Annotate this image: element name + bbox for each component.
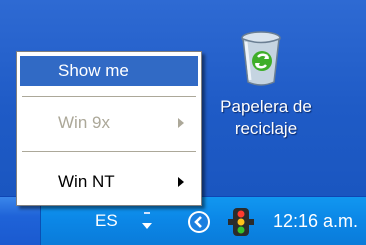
submenu-arrow-icon: [178, 177, 184, 187]
taskbar-clock[interactable]: 12:16 a.m.: [273, 210, 358, 232]
menu-separator: [22, 96, 196, 97]
recycle-bin-label-line1: Papelera de: [220, 97, 312, 116]
language-indicator[interactable]: ES: [95, 211, 118, 231]
tray-context-menu: Show me Win 9x Win NT: [16, 51, 202, 206]
menu-item-win-9x[interactable]: Win 9x: [20, 108, 198, 138]
recycle-bin-label-line2: reciclaje: [234, 119, 298, 138]
menu-item-label: Show me: [58, 61, 129, 80]
submenu-arrow-icon: [178, 118, 184, 128]
screen: Papelera de reciclaje ES 12:16 a.m. Show…: [0, 0, 366, 245]
traffic-light-icon[interactable]: [227, 207, 255, 237]
recycle-bin-icon[interactable]: [238, 30, 284, 88]
recycle-bin-label[interactable]: Papelera de reciclaje: [196, 96, 336, 140]
show-hidden-icons-chevron-icon[interactable]: [187, 210, 211, 234]
menu-item-label: Win 9x: [58, 113, 110, 132]
menu-item-show-me[interactable]: Show me: [20, 56, 198, 86]
menu-item-label: Win NT: [58, 172, 115, 191]
menu-item-win-nt[interactable]: Win NT: [20, 167, 198, 197]
language-bar-arrow-icon[interactable]: [139, 211, 155, 233]
menu-separator: [22, 151, 196, 152]
